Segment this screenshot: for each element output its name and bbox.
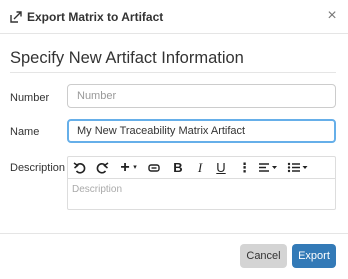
bold-icon[interactable]: B: [172, 160, 184, 176]
description-label: Description: [10, 162, 66, 174]
chevron-down-icon[interactable]: ▾: [132, 160, 138, 176]
description-editor: + ▾ B I U ⋮ Description: [67, 156, 336, 210]
dialog-header: Export Matrix to Artifact ×: [0, 0, 348, 34]
undo-icon[interactable]: [73, 160, 89, 176]
name-input[interactable]: [67, 119, 336, 143]
insert-plus-icon[interactable]: +: [118, 160, 132, 176]
list-icon[interactable]: [287, 160, 309, 176]
italic-icon[interactable]: I: [195, 160, 205, 176]
align-icon[interactable]: [258, 160, 278, 176]
editor-toolbar: + ▾ B I U ⋮: [68, 157, 335, 179]
link-icon[interactable]: [148, 160, 162, 176]
description-textarea[interactable]: Description: [72, 184, 122, 195]
close-icon[interactable]: ×: [325, 8, 339, 24]
section-title: Specify New Artifact Information: [10, 49, 244, 67]
redo-icon[interactable]: [95, 160, 111, 176]
number-label: Number: [10, 92, 50, 104]
export-button[interactable]: Export: [292, 244, 336, 268]
cancel-button[interactable]: Cancel: [240, 244, 287, 268]
more-vertical-icon[interactable]: ⋮: [238, 160, 251, 176]
footer-divider: [0, 233, 348, 234]
dialog-title: Export Matrix to Artifact: [27, 10, 164, 24]
export-icon: [9, 10, 25, 26]
underline-icon[interactable]: U: [215, 160, 227, 176]
number-input[interactable]: [67, 84, 336, 108]
section-divider: [10, 72, 336, 73]
name-label: Name: [10, 126, 40, 138]
